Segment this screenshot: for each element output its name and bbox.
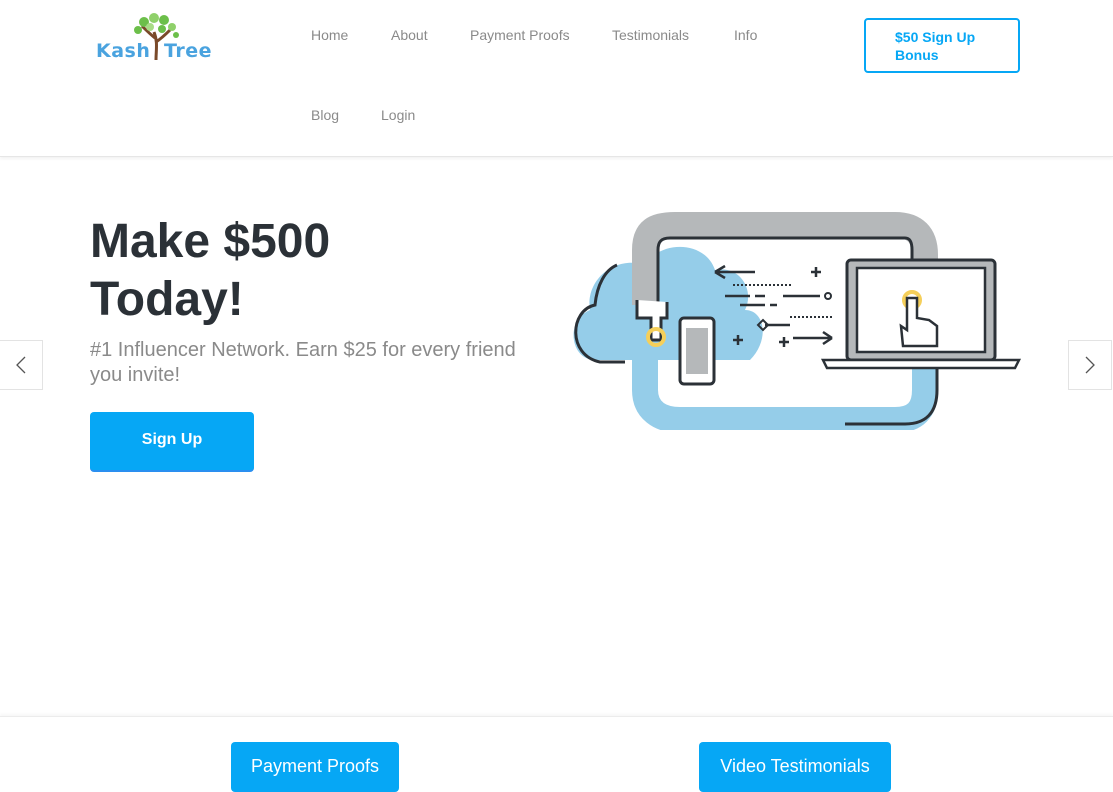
signup-button[interactable]: Sign Up: [90, 412, 254, 472]
chevron-left-icon: [16, 356, 26, 374]
nav-testimonials[interactable]: Testimonials: [612, 27, 689, 43]
hero-title-line2: Today!: [90, 273, 244, 326]
signup-bonus-button[interactable]: $50 Sign Up Bonus: [864, 18, 1020, 73]
actions-section: [0, 716, 1113, 773]
carousel-next-button[interactable]: [1068, 340, 1112, 390]
payment-proofs-button[interactable]: Payment Proofs: [231, 742, 399, 792]
nav-blog[interactable]: Blog: [311, 107, 339, 123]
video-testimonials-button[interactable]: Video Testimonials: [699, 742, 891, 792]
nav-info[interactable]: Info: [734, 27, 757, 43]
site-header: Kash Tree Home About Payment Proofs Test…: [0, 0, 1113, 157]
hero-subtitle: #1 Influencer Network. Earn $25 for ever…: [90, 339, 516, 386]
carousel-prev-button[interactable]: [0, 340, 43, 390]
hero-title-line1: Make $500: [90, 215, 331, 268]
nav-login[interactable]: Login: [381, 107, 415, 123]
kashtree-logo[interactable]: Kash Tree: [96, 12, 213, 64]
logo-text-kash: Kash: [96, 40, 151, 62]
nav-about[interactable]: About: [391, 27, 428, 43]
chevron-right-icon: [1085, 356, 1095, 374]
cloud-devices-sync-illustration: [573, 212, 1022, 430]
nav-home[interactable]: Home: [311, 27, 348, 43]
hero-title: Make $500 Today!: [90, 213, 490, 329]
nav-payment-proofs[interactable]: Payment Proofs: [470, 27, 570, 43]
logo-text-tree: Tree: [164, 40, 213, 62]
